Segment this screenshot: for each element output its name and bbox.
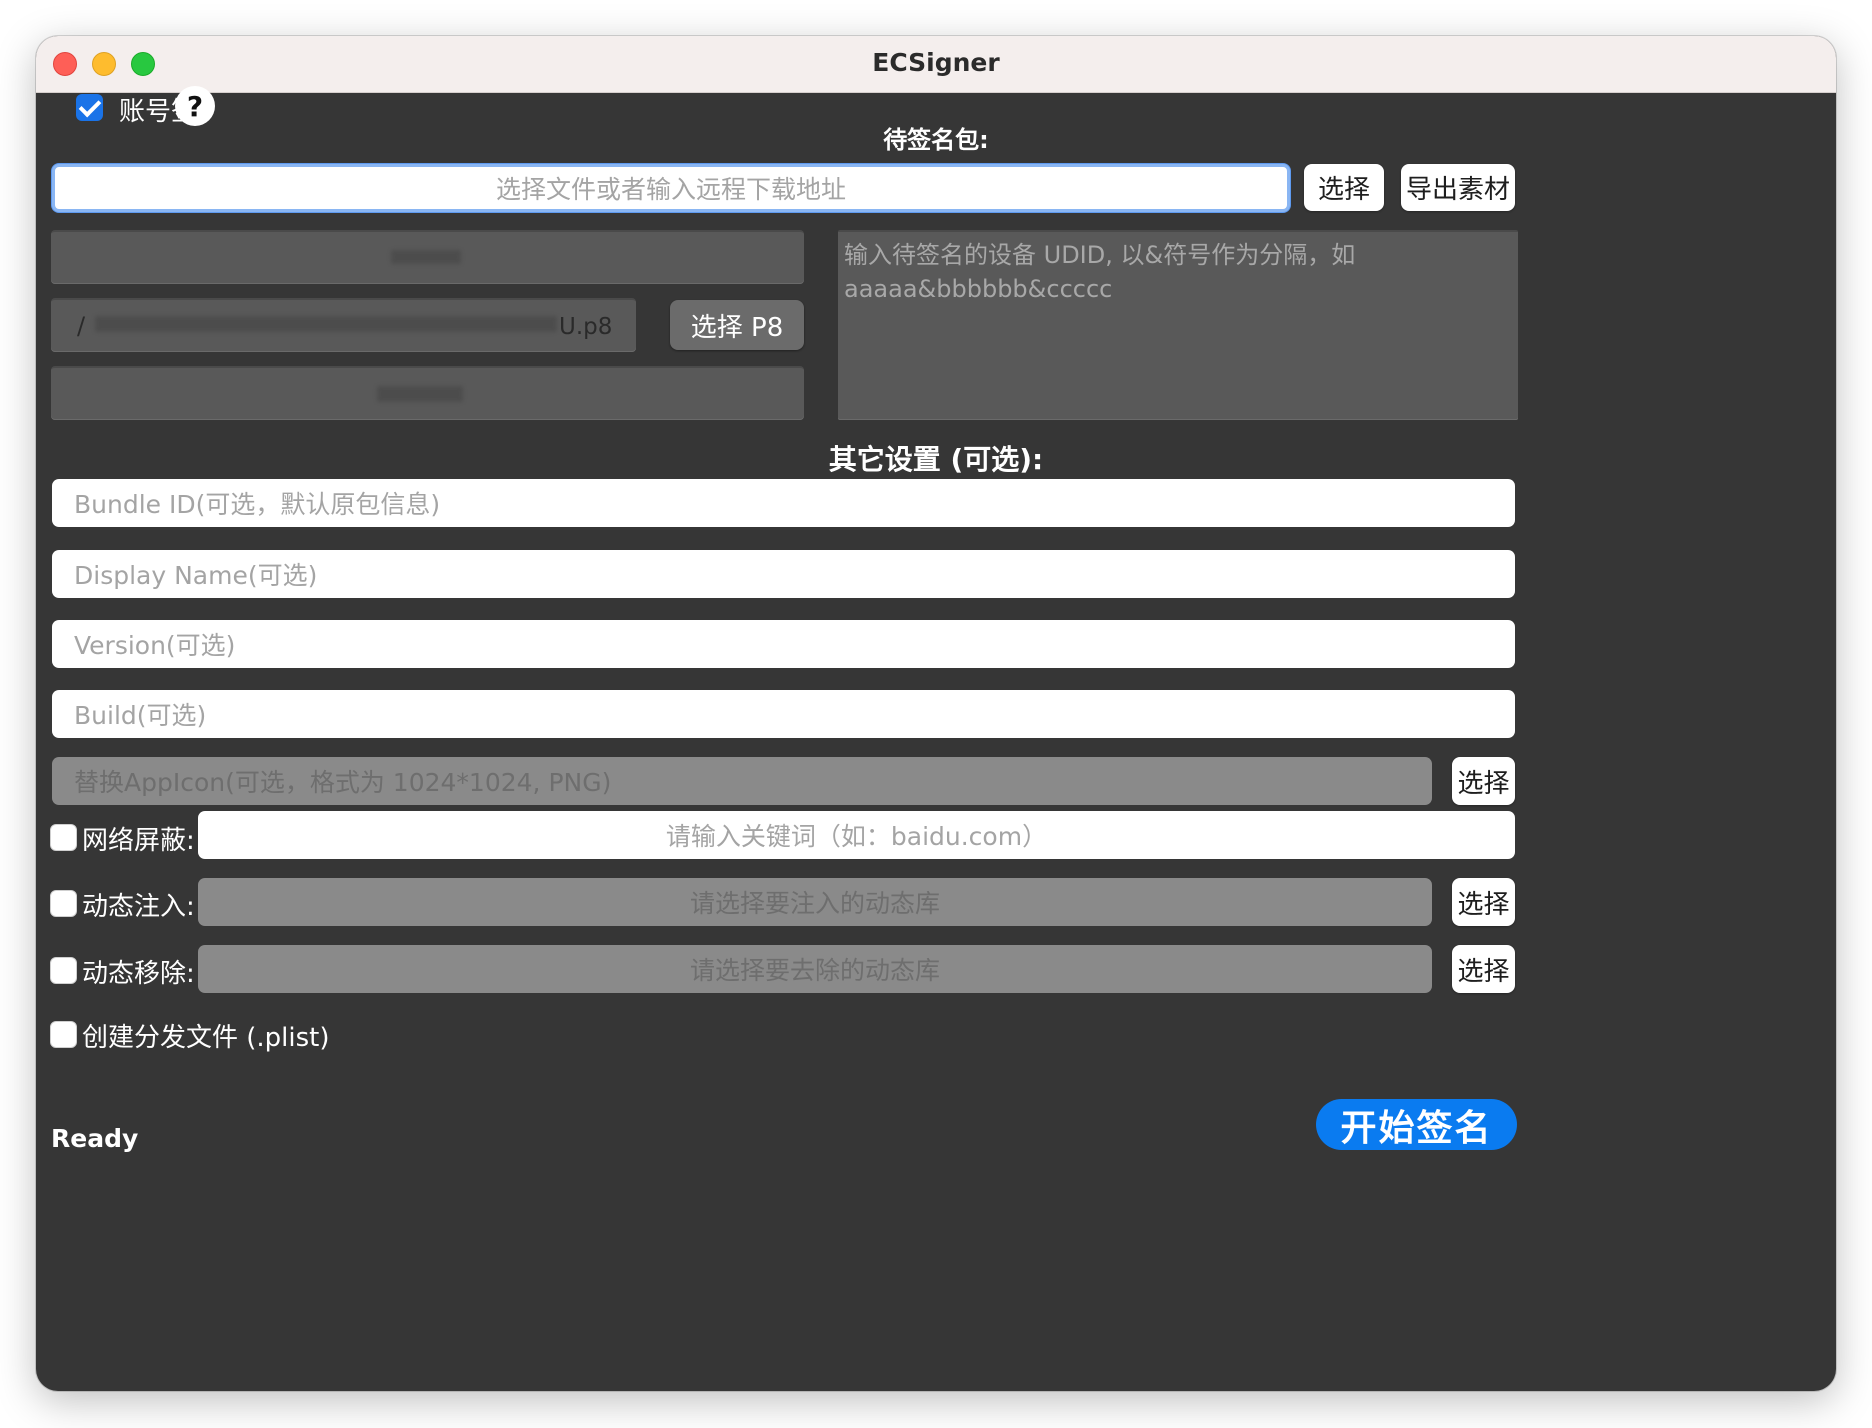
dylib-inject-placeholder: 请选择要注入的动态库: [689, 889, 940, 918]
window-title: ECSigner: [872, 48, 1000, 77]
dylib-remove-input[interactable]: 请选择要去除的动态库: [198, 945, 1432, 993]
p8-path-prefix: /: [77, 312, 86, 340]
status-text: Ready: [51, 1124, 139, 1153]
bundle-id-input[interactable]: Bundle ID(可选，默认原包信息): [52, 479, 1515, 527]
version-input[interactable]: Version(可选): [52, 620, 1515, 668]
network-keyword-input[interactable]: 请输入关键词（如：baidu.com）: [198, 811, 1515, 859]
appicon-select-button[interactable]: 选择: [1452, 757, 1515, 805]
network-block-label: 网络屏蔽:: [82, 826, 195, 856]
dylib-inject-input[interactable]: 请选择要注入的动态库: [198, 878, 1432, 926]
dylib-remove-select-button[interactable]: 选择: [1452, 945, 1515, 993]
dylib-remove-label: 动态移除:: [82, 959, 195, 989]
app-window: ECSigner 账号签 ? 待签名包: 选择文件或者输入远程下载地址 选择 导…: [36, 36, 1836, 1391]
key-id-field[interactable]: [51, 366, 804, 420]
display-name-input[interactable]: Display Name(可选): [52, 550, 1515, 598]
appicon-placeholder: 替换AppIcon(可选，格式为 1024*1024, PNG): [74, 768, 612, 797]
udid-placeholder: 输入待签名的设备 UDID, 以&符号作为分隔，如 aaaaa&bbbbbb&c…: [844, 241, 1356, 303]
udid-textarea[interactable]: 输入待签名的设备 UDID, 以&符号作为分隔，如 aaaaa&bbbbbb&c…: [838, 230, 1518, 420]
dylib-inject-checkbox[interactable]: [50, 890, 77, 917]
dylib-remove-checkbox[interactable]: [50, 957, 77, 984]
plist-label: 创建分发文件 (.plist): [82, 1023, 330, 1053]
package-heading: 待签名包:: [883, 126, 989, 154]
select-p8-button[interactable]: 选择 P8: [670, 300, 804, 350]
other-settings-heading: 其它设置 (可选):: [828, 443, 1044, 476]
p8-path-suffix: U.p8: [559, 314, 613, 340]
account-sign-checkbox[interactable]: [76, 94, 103, 121]
plist-checkbox[interactable]: [50, 1021, 77, 1048]
network-keyword-placeholder: 请输入关键词（如：baidu.com）: [665, 822, 1048, 851]
version-placeholder: Version(可选): [74, 631, 236, 660]
start-sign-button[interactable]: 开始签名: [1316, 1099, 1517, 1150]
bundle-id-placeholder: Bundle ID(可选，默认原包信息): [74, 490, 441, 519]
build-placeholder: Build(可选): [74, 701, 207, 730]
export-assets-button[interactable]: 导出素材: [1401, 164, 1515, 211]
network-block-checkbox[interactable]: [50, 824, 77, 851]
package-input[interactable]: 选择文件或者输入远程下载地址: [52, 164, 1290, 212]
package-select-button[interactable]: 选择: [1304, 164, 1384, 211]
package-input-placeholder: 选择文件或者输入远程下载地址: [495, 175, 846, 204]
p8-path-field[interactable]: / U.p8: [51, 298, 636, 352]
dylib-remove-placeholder: 请选择要去除的动态库: [689, 956, 940, 985]
display-name-placeholder: Display Name(可选): [74, 561, 318, 590]
issuer-id-field[interactable]: [51, 230, 804, 284]
title-bar: ECSigner: [36, 36, 1836, 93]
build-input[interactable]: Build(可选): [52, 690, 1515, 738]
appicon-input[interactable]: 替换AppIcon(可选，格式为 1024*1024, PNG): [52, 757, 1432, 805]
dylib-inject-label: 动态注入:: [82, 892, 195, 922]
dylib-inject-select-button[interactable]: 选择: [1452, 878, 1515, 926]
